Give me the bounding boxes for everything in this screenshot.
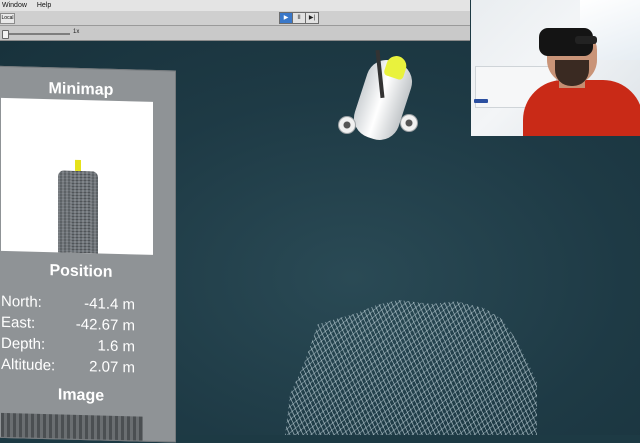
east-label: East: bbox=[1, 313, 36, 332]
altitude-value: 2.07 m bbox=[89, 358, 135, 377]
image-title: Image bbox=[57, 386, 105, 405]
north-label: North: bbox=[1, 292, 42, 311]
depth-label: Depth: bbox=[1, 334, 46, 354]
camera-image bbox=[1, 412, 143, 441]
timescale-bar: 1x bbox=[0, 26, 470, 41]
right-thruster-icon bbox=[400, 114, 418, 132]
rov-vehicle bbox=[338, 49, 428, 146]
play-controls: ▶ II ▶| bbox=[279, 12, 319, 24]
webcam-marker bbox=[474, 99, 488, 103]
timescale-slider[interactable] bbox=[4, 33, 70, 35]
left-thruster-icon bbox=[338, 116, 356, 134]
pause-button[interactable]: II bbox=[292, 12, 306, 24]
play-button[interactable]: ▶ bbox=[279, 12, 293, 24]
east-value: -42.67 m bbox=[75, 315, 135, 335]
editor-toolbar: Local ▶ II ▶| bbox=[0, 11, 470, 26]
position-row-altitude: Altitude: 2.07 m bbox=[0, 356, 175, 382]
rov-marker-icon bbox=[75, 159, 81, 171]
minimap-terrain bbox=[58, 170, 98, 254]
local-toggle-button[interactable]: Local bbox=[0, 13, 15, 24]
webcam-overlay bbox=[471, 0, 640, 136]
menu-window[interactable]: Window bbox=[2, 2, 27, 9]
menu-help[interactable]: Help bbox=[37, 2, 51, 9]
slider-thumb[interactable] bbox=[2, 30, 9, 39]
slider-value: 1x bbox=[73, 29, 80, 35]
step-button[interactable]: ▶| bbox=[305, 12, 319, 24]
altitude-label: Altitude: bbox=[1, 355, 56, 375]
north-value: -41.4 m bbox=[84, 295, 135, 314]
info-panel: Minimap Position North: -41.4 m East: -4… bbox=[0, 65, 176, 443]
position-title: Position bbox=[49, 262, 113, 281]
depth-value: 1.6 m bbox=[97, 337, 135, 356]
position-list: North: -41.4 m East: -42.67 m Depth: 1.6… bbox=[0, 293, 175, 382]
person-shirt bbox=[523, 80, 640, 136]
vr-strap bbox=[575, 36, 597, 44]
minimap bbox=[1, 97, 153, 255]
